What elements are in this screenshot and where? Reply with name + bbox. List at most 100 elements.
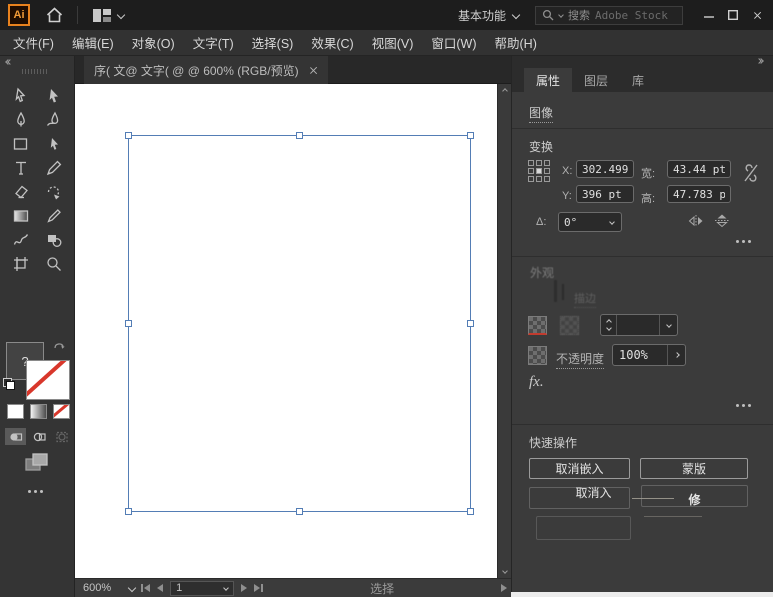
selection-handle-top-right[interactable]: [467, 132, 474, 139]
pen-tool[interactable]: [4, 108, 37, 132]
next-artboard-button[interactable]: [241, 584, 247, 592]
menu-effect[interactable]: 效果(C): [302, 30, 362, 55]
selection-handle-right-mid[interactable]: [467, 320, 474, 327]
menu-select[interactable]: 选择(S): [243, 30, 303, 55]
draw-inside-button[interactable]: [51, 428, 72, 445]
stepper-down-icon[interactable]: [606, 325, 612, 331]
direct-selection-tool[interactable]: [37, 84, 70, 108]
vertical-scrollbar[interactable]: [497, 84, 511, 578]
menu-window[interactable]: 窗口(W): [422, 30, 485, 55]
panel-menu-button[interactable]: [757, 59, 763, 63]
rotate-tool[interactable]: [37, 180, 70, 204]
last-artboard-button[interactable]: [254, 584, 263, 592]
lasso-tool[interactable]: [37, 132, 70, 156]
close-document-icon[interactable]: [309, 66, 318, 75]
rectangle-tool[interactable]: [4, 132, 37, 156]
blend-tool[interactable]: [4, 228, 37, 252]
first-artboard-button[interactable]: [141, 584, 150, 592]
link-dimensions-button[interactable]: [742, 162, 760, 184]
stroke-weight-stepper[interactable]: [600, 314, 678, 336]
reference-point-selector[interactable]: [528, 160, 550, 182]
draw-normal-button[interactable]: [5, 428, 26, 445]
maximize-button[interactable]: [721, 4, 745, 26]
none-button[interactable]: [53, 404, 70, 419]
selection-handle-bottom-mid[interactable]: [296, 508, 303, 515]
home-button[interactable]: [46, 7, 63, 23]
adobe-stock-search[interactable]: 搜索 Adobe Stock: [535, 6, 683, 25]
zoom-tool[interactable]: [37, 252, 70, 276]
artboard-canvas[interactable]: [75, 84, 497, 578]
menu-help[interactable]: 帮助(H): [486, 30, 546, 55]
width-input[interactable]: [673, 163, 725, 176]
width-field[interactable]: [667, 160, 731, 178]
selection-handle-top-mid[interactable]: [296, 132, 303, 139]
selection-handle-bottom-left[interactable]: [125, 508, 132, 515]
opacity-swatch[interactable]: [528, 346, 547, 365]
gradient-tool[interactable]: [4, 204, 37, 228]
gradient-button[interactable]: [30, 404, 47, 419]
stroke-swatch[interactable]: [26, 360, 70, 400]
eraser-tool[interactable]: [4, 180, 37, 204]
menu-edit[interactable]: 编辑(E): [63, 30, 123, 55]
draw-behind-button[interactable]: [28, 428, 49, 445]
screen-mode-button[interactable]: [24, 452, 50, 474]
curvature-tool[interactable]: [37, 108, 70, 132]
document-tab[interactable]: 序( 文@ 文字( @ @ 600% (RGB/预览): [84, 56, 328, 84]
tab-properties[interactable]: 属性: [524, 68, 572, 92]
selection-handle-bottom-right[interactable]: [467, 508, 474, 515]
zoom-level-dropdown[interactable]: 600%: [83, 582, 135, 594]
y-input[interactable]: [582, 188, 628, 201]
menu-type[interactable]: 文字(T): [184, 30, 243, 55]
stroke-secondary-swatch[interactable]: [560, 316, 579, 335]
status-bar-expand-icon[interactable]: [501, 584, 507, 592]
collapse-tools-button[interactable]: [6, 60, 12, 64]
stroke-color-swatch[interactable]: [528, 316, 547, 335]
glitched-button-empty[interactable]: [536, 516, 631, 540]
menu-view[interactable]: 视图(V): [363, 30, 423, 55]
scroll-up-icon[interactable]: [502, 88, 508, 94]
x-field[interactable]: [576, 160, 634, 178]
previous-artboard-button[interactable]: [157, 584, 163, 592]
opacity-field[interactable]: [612, 344, 686, 366]
shape-builder-tool[interactable]: [37, 228, 70, 252]
tab-layers[interactable]: 图层: [572, 68, 620, 92]
selection-tool[interactable]: [4, 84, 37, 108]
default-fill-stroke-icon[interactable]: [3, 378, 17, 392]
mask-button[interactable]: 蒙版: [640, 458, 748, 479]
selection-handle-top-left[interactable]: [125, 132, 132, 139]
pencil-tool[interactable]: [37, 156, 70, 180]
tab-libraries[interactable]: 库: [620, 68, 656, 92]
paintbrush-tool[interactable]: [37, 204, 70, 228]
fx-effects-button[interactable]: fx.: [529, 374, 544, 391]
appearance-more-options-button[interactable]: [736, 404, 751, 407]
artboard-number-dropdown[interactable]: 1: [170, 581, 234, 596]
unembed-button[interactable]: 取消嵌入: [529, 458, 630, 479]
flip-horizontal-button[interactable]: [688, 214, 704, 228]
glitched-button-left[interactable]: 取消入: [529, 487, 630, 509]
opacity-label[interactable]: 不透明度: [556, 350, 604, 369]
artboard-tool[interactable]: [4, 252, 37, 276]
selection-handle-left-mid[interactable]: [125, 320, 132, 327]
workspace-switcher[interactable]: 基本功能: [458, 7, 519, 24]
close-button[interactable]: [745, 4, 769, 26]
menu-object[interactable]: 对象(O): [123, 30, 184, 55]
selection-bounding-box[interactable]: [128, 135, 471, 512]
edit-toolbar-button[interactable]: [28, 490, 43, 493]
color-button[interactable]: [7, 404, 24, 419]
swap-fill-stroke-icon[interactable]: [52, 340, 66, 352]
flip-vertical-button[interactable]: [714, 213, 730, 228]
height-field[interactable]: [667, 185, 731, 203]
transform-more-options-button[interactable]: [736, 240, 751, 243]
menu-file[interactable]: 文件(F): [4, 30, 63, 55]
tools-drag-grip[interactable]: [22, 69, 47, 74]
rotate-angle-dropdown[interactable]: 0°: [558, 212, 622, 232]
height-input[interactable]: [673, 188, 725, 201]
minimize-button[interactable]: [697, 4, 721, 26]
arrange-documents-button[interactable]: [92, 8, 124, 23]
x-input[interactable]: [582, 163, 628, 176]
opacity-input[interactable]: [619, 348, 667, 362]
scroll-down-icon[interactable]: [502, 568, 508, 574]
type-tool[interactable]: [4, 156, 37, 180]
y-field[interactable]: [576, 185, 634, 203]
glitched-button-right[interactable]: 修: [641, 485, 748, 507]
